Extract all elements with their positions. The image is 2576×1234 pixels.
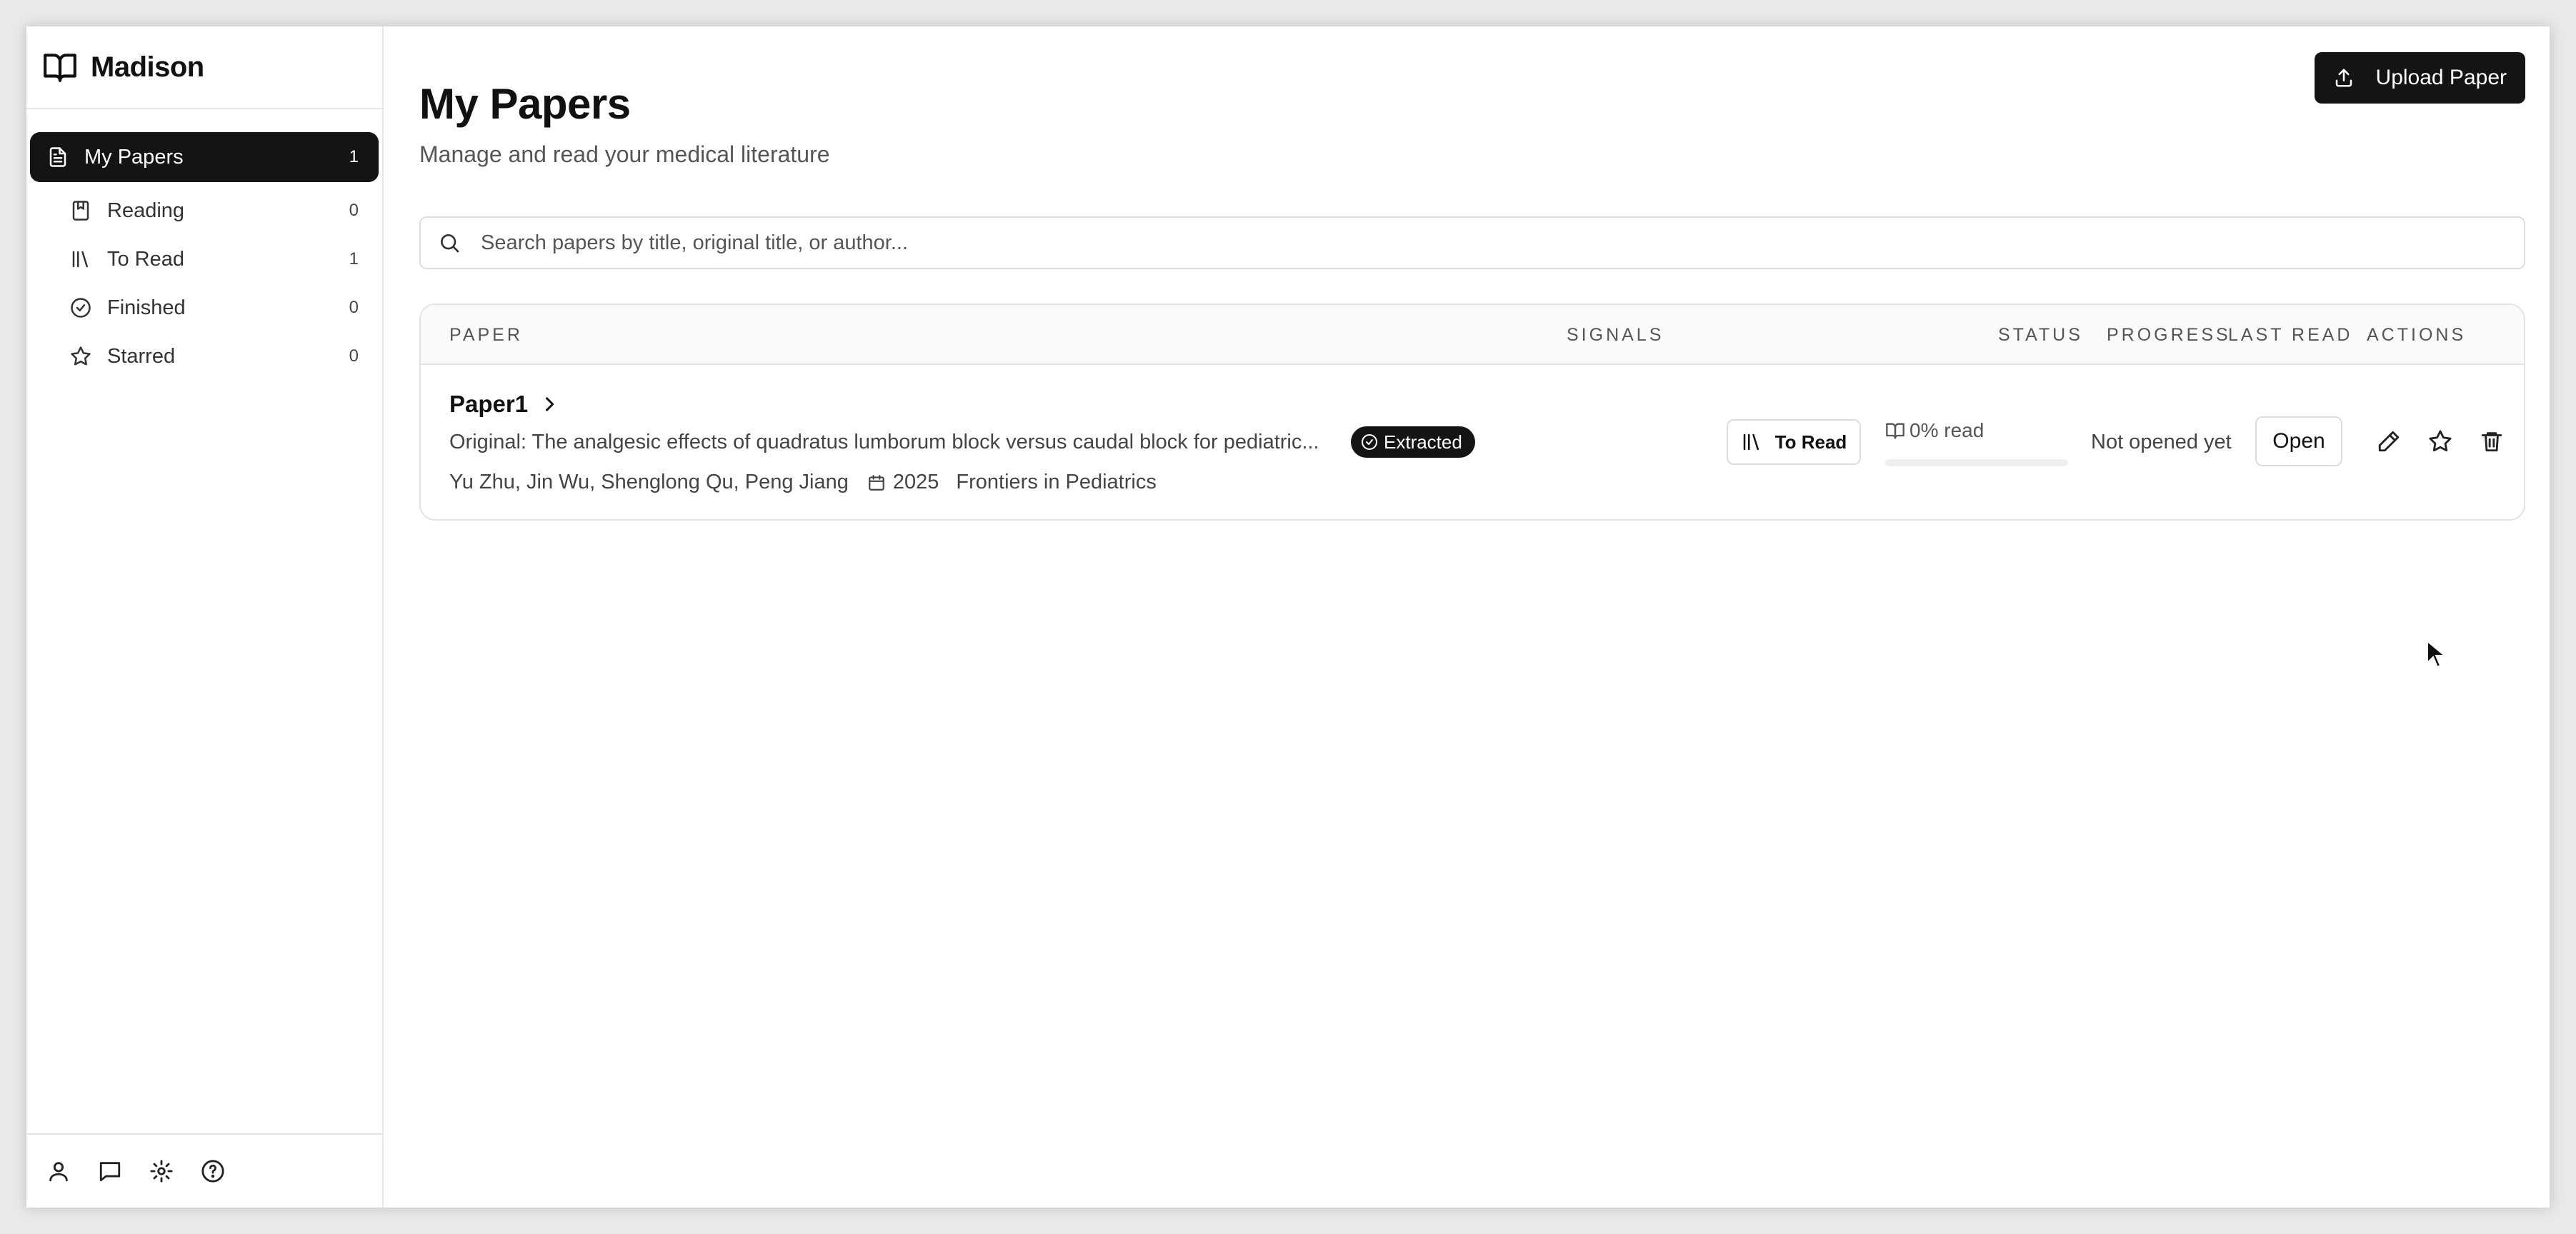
main-content: My Papers Manage and read your medical l… — [384, 26, 2550, 1208]
sidebar-item-count: 1 — [349, 249, 359, 269]
search-input[interactable] — [479, 230, 2524, 256]
sidebar-item-label: My Papers — [84, 145, 184, 169]
extracted-badge: Extracted — [1351, 426, 1475, 458]
sidebar-item-count: 0 — [349, 346, 359, 366]
badge-label: Extracted — [1384, 431, 1462, 453]
column-header-actions: ACTIONS — [2367, 325, 2467, 345]
sidebar-nav: My Papers 1 Reading 0 To Read 1 Finished… — [26, 109, 382, 381]
column-header-last-read: LAST READ — [2228, 325, 2353, 345]
mouse-cursor-icon — [2427, 640, 2446, 668]
check-circle-icon — [1362, 434, 1377, 450]
sidebar-item-to-read[interactable]: To Read 1 — [30, 235, 379, 284]
book-open-icon — [1886, 423, 1904, 439]
library-icon — [72, 251, 88, 268]
progress-text: 0% read — [1909, 419, 1985, 441]
paper-title-link[interactable]: Paper1 — [449, 391, 559, 418]
table-header: PAPER SIGNALS STATUS PROGRESS LAST READ … — [421, 305, 2524, 365]
gear-icon[interactable] — [149, 1159, 174, 1183]
library-icon — [1743, 433, 1759, 451]
sidebar-item-count: 1 — [349, 147, 359, 166]
book-bookmark-icon — [72, 201, 89, 221]
calendar-icon — [869, 474, 884, 491]
page-subtitle: Manage and read your medical literature — [419, 141, 830, 167]
progress-bar — [1885, 459, 2068, 466]
brand-name: Madison — [91, 51, 204, 83]
column-header-signals: SIGNALS — [1567, 325, 1664, 345]
last-read: Not opened yet — [2091, 431, 2232, 453]
sidebar-item-my-papers[interactable]: My Papers 1 — [30, 132, 379, 182]
sidebar-item-label: Starred — [107, 344, 176, 368]
sidebar-item-reading[interactable]: Reading 0 — [30, 186, 379, 235]
sidebar-item-label: To Read — [107, 247, 185, 271]
paper-authors: Yu Zhu, Jin Wu, Shenglong Qu, Peng Jiang — [449, 471, 849, 493]
star-icon — [71, 346, 91, 366]
sidebar-item-label: Reading — [107, 199, 185, 222]
paper-title: Paper1 — [449, 391, 529, 417]
book-open-icon — [44, 54, 76, 82]
paper-journal: Frontiers in Pediatrics — [956, 471, 1157, 493]
app-window: Madison My Papers 1 Reading 0 To Read 1 … — [26, 26, 2550, 1208]
sidebar-item-label: Finished — [107, 296, 186, 319]
chevron-right-icon — [546, 397, 554, 411]
upload-icon — [2335, 69, 2352, 87]
column-header-progress: PROGRESS — [2107, 325, 2231, 345]
page-title: My Papers — [419, 80, 631, 128]
sidebar-item-finished[interactable]: Finished 0 — [30, 284, 379, 332]
status-label: To Read — [1774, 431, 1847, 453]
paper-meta: Yu Zhu, Jin Wu, Shenglong Qu, Peng Jiang… — [449, 471, 1157, 494]
brand[interactable]: Madison — [26, 26, 382, 109]
search-icon — [441, 234, 459, 253]
user-icon[interactable] — [46, 1159, 71, 1183]
table-row[interactable]: Paper1 Original: The analgesic effects o… — [421, 365, 2524, 519]
check-circle-icon — [71, 298, 91, 318]
paper-original-title: Original: The analgesic effects of quadr… — [449, 431, 1319, 453]
open-button[interactable]: Open — [2255, 416, 2342, 466]
sidebar-item-count: 0 — [349, 298, 359, 317]
column-header-paper: PAPER — [449, 325, 523, 345]
search-box — [419, 216, 2525, 269]
trash-icon[interactable] — [2480, 429, 2504, 453]
help-icon[interactable] — [201, 1159, 225, 1183]
upload-paper-button[interactable]: Upload Paper — [2314, 52, 2525, 104]
papers-table: PAPER SIGNALS STATUS PROGRESS LAST READ … — [419, 304, 2525, 521]
sidebar-footer — [26, 1133, 382, 1208]
column-header-status: STATUS — [1998, 325, 2083, 345]
file-text-icon — [49, 147, 66, 167]
sidebar-item-count: 0 — [349, 201, 359, 220]
sidebar-item-starred[interactable]: Starred 0 — [30, 332, 379, 381]
paper-year: 2025 — [892, 471, 939, 493]
pencil-icon[interactable] — [2377, 429, 2401, 453]
status-dropdown[interactable]: To Read — [1727, 419, 1861, 465]
sidebar: Madison My Papers 1 Reading 0 To Read 1 … — [26, 26, 384, 1208]
chat-icon[interactable] — [98, 1159, 122, 1183]
upload-paper-label: Upload Paper — [2375, 66, 2507, 89]
star-icon[interactable] — [2428, 429, 2452, 453]
progress-label: 0% read — [1885, 419, 1984, 442]
